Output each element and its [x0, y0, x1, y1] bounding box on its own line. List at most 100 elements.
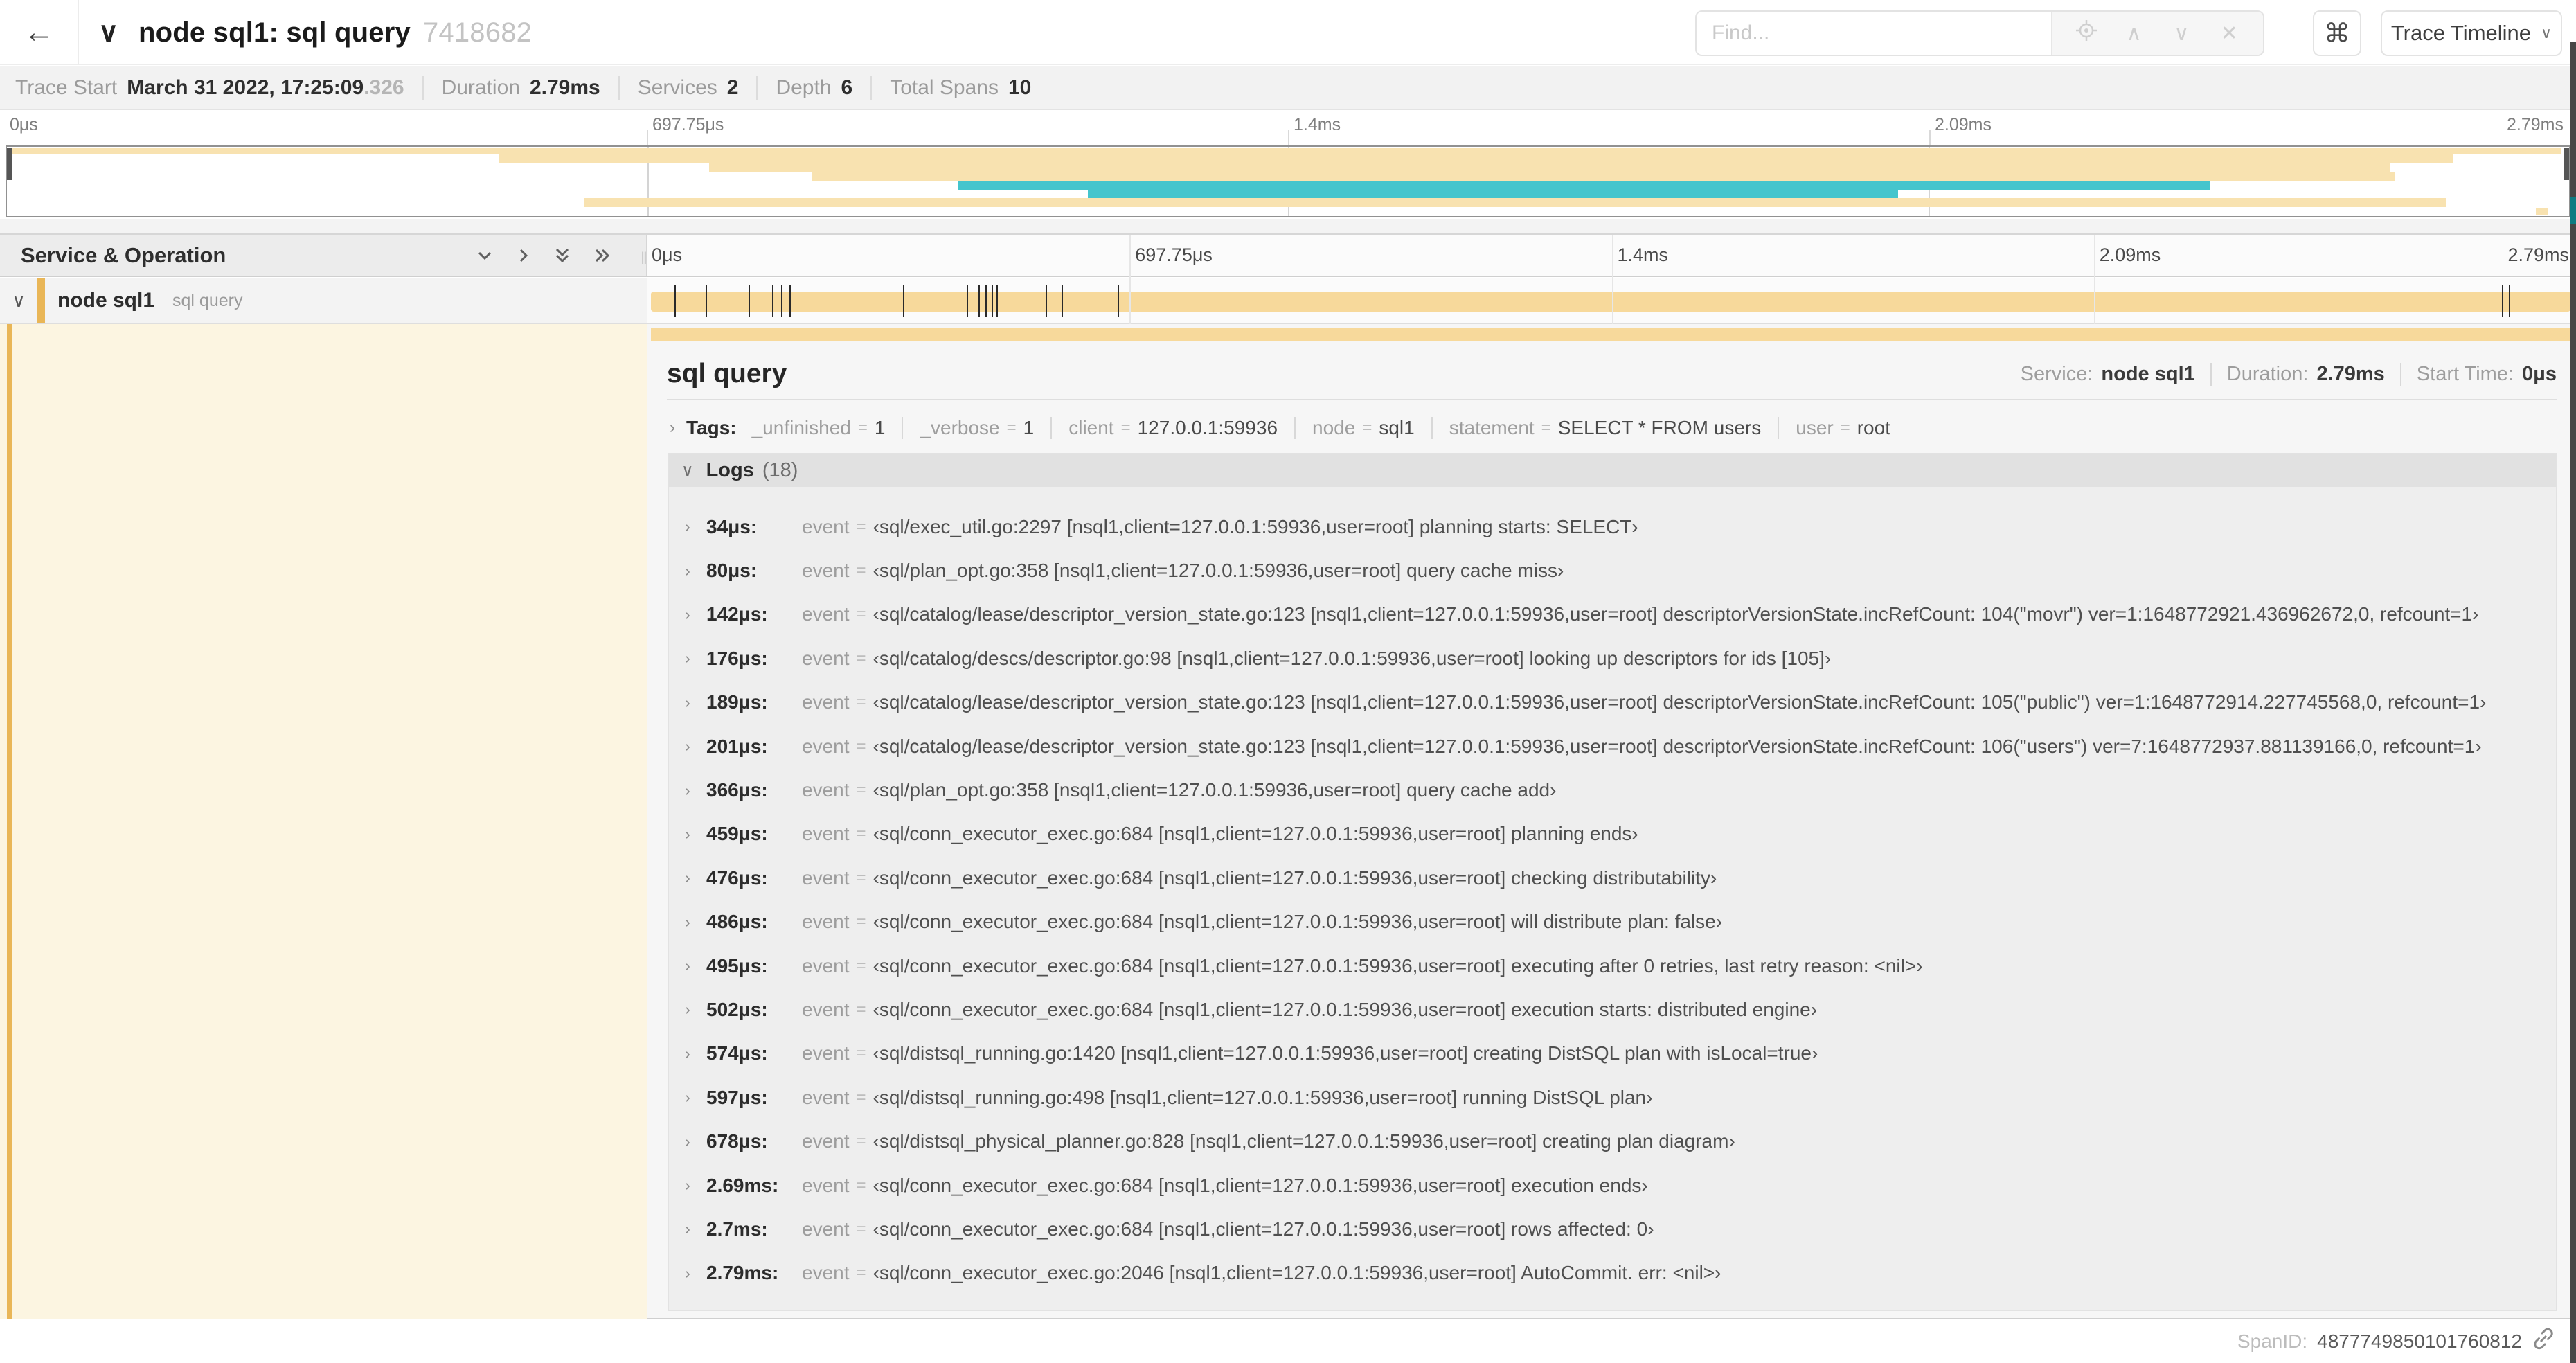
log-expander-icon[interactable]: › [669, 825, 706, 844]
log-expander-icon[interactable]: › [669, 1044, 706, 1063]
equals-sign: = [1840, 418, 1850, 437]
tag-item[interactable]: _verbose = 1 [902, 417, 1034, 439]
prev-match-icon[interactable]: ∧ [2120, 21, 2148, 46]
deep-link-icon[interactable] [2532, 1327, 2555, 1355]
span-detail-left-gutter [0, 324, 647, 1319]
minimap-span-bar [1088, 190, 1898, 198]
tag-item[interactable]: statement = SELECT * FROM users [1431, 417, 1761, 439]
log-field-key: event [802, 866, 850, 889]
log-entry-row[interactable]: › 459μs: event = ‹sql/conn_executor_exec.go:… [669, 812, 2556, 856]
log-entry-row[interactable]: › 502μs: event = ‹sql/conn_executor_exec.go:… [669, 988, 2556, 1031]
logs-header[interactable]: ∨ Logs (18) [669, 454, 2556, 487]
expand-all-icon[interactable] [591, 245, 614, 266]
log-expander-icon[interactable]: › [669, 1264, 706, 1283]
trace-info-value: 10 [1008, 75, 1032, 99]
log-entry-row[interactable]: › 366μs: event = ‹sql/plan_opt.go:358 [nsql1… [669, 768, 2556, 812]
trace-collapse-toggle[interactable]: ∨ [98, 0, 118, 65]
span-meta-value: node sql1 [2101, 362, 2195, 385]
tag-value: 127.0.0.1:59936 [1137, 417, 1278, 438]
log-field-value: ‹sql/distsql_physical_planner.go:828 [ns… [873, 1130, 1735, 1152]
trace-info-item: Trace Start March 31 2022, 17:25:09.326 [15, 76, 404, 100]
log-timestamp: 2.7ms: [706, 1218, 768, 1240]
log-expander-icon[interactable]: › [669, 649, 706, 668]
equals-sign: = [856, 693, 866, 712]
keyboard-shortcuts-button[interactable]: ⌘ [2313, 10, 2361, 56]
tag-item[interactable]: user = root [1778, 417, 1890, 439]
log-field-key: event [802, 779, 850, 801]
log-entry-row[interactable]: › 201μs: event = ‹sql/catalog/lease/descript… [669, 724, 2556, 768]
log-expander-icon[interactable]: › [669, 562, 706, 580]
equals-sign: = [857, 418, 868, 437]
find-controls: ∧ ∨ ✕ [2051, 12, 2263, 55]
log-expander-icon[interactable]: › [669, 913, 706, 932]
minimap-right-handle[interactable] [2564, 148, 2569, 180]
log-expander-icon[interactable]: › [669, 1220, 706, 1238]
log-entry-row[interactable]: › 176μs: event = ‹sql/catalog/descs/descript… [669, 636, 2556, 680]
trace-minimap[interactable] [6, 145, 2570, 217]
tag-item[interactable]: node = sql1 [1294, 417, 1415, 439]
expand-one-icon[interactable] [513, 245, 534, 266]
log-expander-icon[interactable]: › [669, 1176, 706, 1195]
tags-list: _unfinished = 1 _verbose = 1 client = 127.0.0.1:… [752, 417, 1890, 439]
find-input[interactable] [1697, 12, 2051, 55]
span-expander-icon[interactable]: ∨ [0, 290, 37, 312]
log-timestamp: 476μs: [706, 866, 768, 889]
timeline-gridline [1611, 235, 1613, 324]
log-entry-row[interactable]: › 486μs: event = ‹sql/conn_executor_exec.go:… [669, 900, 2556, 944]
log-entry-row[interactable]: › 189μs: event = ‹sql/catalog/lease/descript… [669, 681, 2556, 724]
log-timestamp: 176μs: [706, 647, 768, 669]
log-marker-tick [749, 285, 751, 317]
focus-icon[interactable] [2073, 20, 2100, 46]
log-expander-icon[interactable]: › [669, 1088, 706, 1107]
collapse-all-icon[interactable] [552, 244, 573, 267]
next-match-icon[interactable]: ∨ [2167, 21, 2195, 46]
log-field-key: event [802, 515, 850, 537]
log-entry-row[interactable]: › 142μs: event = ‹sql/catalog/lease/descript… [669, 593, 2556, 636]
page-header: ← ∨ node sql1: sql query 7418682 ∧ ∨ ✕ ⌘… [0, 0, 2576, 65]
collapse-one-icon[interactable] [474, 245, 495, 266]
equals-sign: = [856, 1175, 866, 1195]
log-entry-row[interactable]: › 80μs: event = ‹sql/plan_opt.go:358 [nsql1,… [669, 549, 2556, 592]
trace-view-selector[interactable]: Trace Timeline ∨ [2381, 10, 2562, 56]
minimap-span-bar [957, 181, 2210, 190]
span-row[interactable]: ∨ node sql1 sql query [0, 278, 647, 324]
log-entry-row[interactable]: › 2.7ms: event = ‹sql/conn_executor_exec.go:… [669, 1207, 2556, 1251]
log-expander-icon[interactable]: › [669, 1132, 706, 1151]
log-entry-row[interactable]: › 678μs: event = ‹sql/distsql_physical_plann… [669, 1119, 2556, 1163]
log-entry-row[interactable]: › 2.79ms: event = ‹sql/conn_executor_exec.go… [669, 1251, 2556, 1295]
tag-key: user [1796, 417, 1834, 438]
log-entry-row[interactable]: › 476μs: event = ‹sql/conn_executor_exec.go:… [669, 856, 2556, 900]
trace-info-value: 2 [726, 75, 739, 99]
tag-item[interactable]: client = 127.0.0.1:59936 [1050, 417, 1278, 439]
log-timestamp: 502μs: [706, 998, 768, 1020]
equals-sign: = [1362, 418, 1372, 437]
log-expander-icon[interactable]: › [669, 956, 706, 975]
log-expander-icon[interactable]: › [669, 868, 706, 887]
log-entry-row[interactable]: › 495μs: event = ‹sql/conn_executor_exec.go:… [669, 944, 2556, 988]
equals-sign: = [856, 736, 866, 756]
minimap-span-bar [708, 163, 2390, 172]
tags-row[interactable]: › Tags: _unfinished = 1 _verbose = 1 client = 12… [667, 409, 2557, 447]
log-entry-row[interactable]: › 597μs: event = ‹sql/distsql_running.go:498… [669, 1076, 2556, 1119]
logs-list: › 34μs: event = ‹sql/exec_util.go:2297 [nsql… [669, 487, 2556, 1295]
log-field-value: ‹sql/catalog/lease/descriptor_version_st… [873, 691, 2487, 713]
tags-expander-icon[interactable]: › [670, 418, 675, 438]
log-field-value: ‹sql/conn_executor_exec.go:684 [nsql1,cl… [873, 1218, 1654, 1240]
log-expander-icon[interactable]: › [669, 605, 706, 624]
log-expander-icon[interactable]: › [669, 517, 706, 536]
tag-item[interactable]: _unfinished = 1 [752, 417, 886, 439]
equals-sign: = [856, 824, 866, 844]
log-expander-icon[interactable]: › [669, 781, 706, 800]
log-field-key: event [802, 560, 850, 582]
span-operation-title: sql query [667, 359, 787, 389]
log-entry-row[interactable]: › 2.69ms: event = ‹sql/conn_executor_exec.go… [669, 1164, 2556, 1207]
log-expander-icon[interactable]: › [669, 693, 706, 712]
log-entry-row[interactable]: › 34μs: event = ‹sql/exec_util.go:2297 [nsql… [669, 505, 2556, 549]
minimap-left-handle[interactable] [7, 148, 12, 180]
log-expander-icon[interactable]: › [669, 737, 706, 756]
log-entry-row[interactable]: › 574μs: event = ‹sql/distsql_running.go:142… [669, 1032, 2556, 1076]
back-button[interactable]: ← [0, 0, 79, 65]
span-detail-header: sql query Service: node sql1 Duration: 2.79… [667, 352, 2557, 396]
log-expander-icon[interactable]: › [669, 1000, 706, 1019]
clear-find-icon[interactable]: ✕ [2215, 21, 2243, 46]
